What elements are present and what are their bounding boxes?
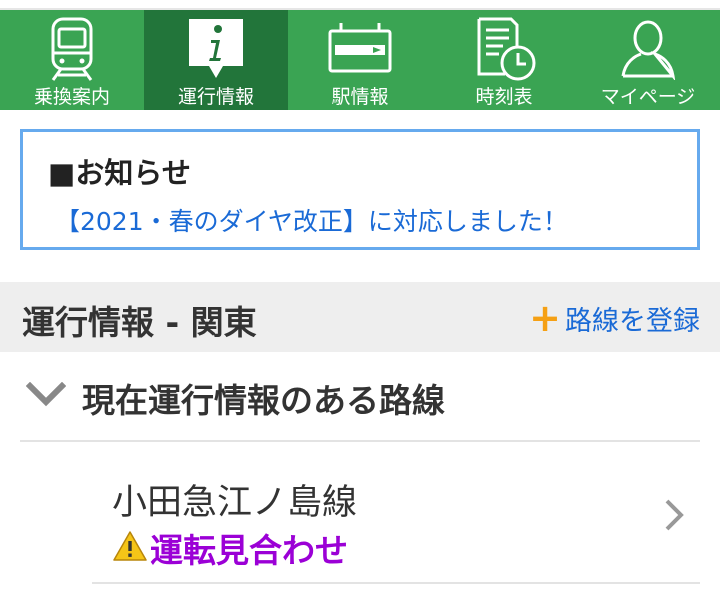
line-name: 小田急江ノ島線: [112, 483, 358, 523]
main-nav: 乗換案内 運行情報 駅情報 時刻表 マイページ: [0, 10, 720, 110]
timetable-icon: [432, 14, 576, 84]
nav-item-my-page[interactable]: マイページ: [576, 10, 720, 110]
train-icon: [0, 14, 144, 84]
nav-label: 駅情報: [331, 86, 389, 108]
nav-item-timetable[interactable]: 時刻表: [432, 10, 576, 110]
station-sign-icon: [288, 14, 432, 84]
list-item[interactable]: 小田急江ノ島線 運転見合わせ: [92, 444, 700, 584]
nav-label: 運行情報: [177, 86, 254, 108]
lines-group-title: 現在運行情報のある路線: [82, 381, 445, 420]
page-title: 運行情報 - 関東: [22, 303, 257, 342]
nav-item-route-search[interactable]: 乗換案内: [0, 10, 144, 110]
register-line-label: 路線を登録: [565, 305, 700, 337]
section-header: 運行情報 - 関東 + 路線を登録: [0, 282, 720, 352]
chevron-down-icon[interactable]: [25, 381, 67, 412]
notice-link[interactable]: 【2021・春のダイヤ改正】に対応しました！: [55, 202, 568, 238]
notice-title: ■お知らせ: [48, 156, 191, 190]
person-icon: [576, 14, 720, 84]
line-status: 運転見合わせ: [112, 526, 348, 570]
plus-icon: +: [529, 296, 561, 340]
nav-label: 時刻表: [475, 86, 533, 108]
lines-group-header[interactable]: 現在運行情報のある路線: [20, 354, 700, 442]
nav-label: マイページ: [600, 86, 696, 108]
nav-label: 乗換案内: [33, 86, 110, 108]
nav-item-service-info[interactable]: 運行情報: [144, 10, 288, 110]
chevron-right-icon: [664, 498, 684, 536]
notice-box: ■お知らせ 【2021・春のダイヤ改正】に対応しました！: [20, 129, 700, 250]
top-divider: [0, 0, 720, 10]
nav-item-station-info[interactable]: 駅情報: [288, 10, 432, 110]
status-text: 運転見合わせ: [150, 531, 348, 570]
register-line-button[interactable]: + 路線を登録: [529, 296, 700, 340]
warning-icon: [112, 530, 148, 566]
info-icon: [144, 14, 288, 84]
